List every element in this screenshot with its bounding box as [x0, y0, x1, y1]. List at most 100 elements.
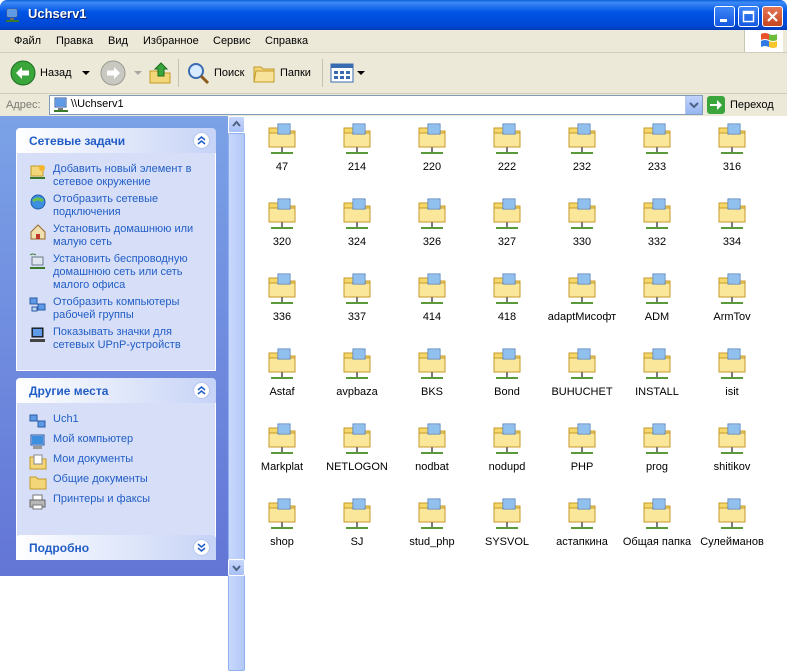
task-add-network-place[interactable]: Добавить новый элемент в сетевое окружен… — [17, 163, 215, 189]
share-folder-item[interactable]: 414 — [395, 270, 469, 323]
folders-button[interactable]: Папки — [252, 58, 311, 88]
share-folder-item[interactable]: 324 — [320, 195, 394, 248]
share-folder-item[interactable]: Astaf — [245, 345, 319, 398]
share-folder-item[interactable]: 327 — [470, 195, 544, 248]
share-folder-item[interactable]: INSTALL — [620, 345, 694, 398]
share-folder-item[interactable]: SJ — [320, 495, 394, 548]
other-places-header[interactable]: Другие места — [16, 378, 216, 403]
share-folder-item[interactable]: 418 — [470, 270, 544, 323]
share-folder-item[interactable]: BKS — [395, 345, 469, 398]
network-share-icon — [245, 270, 319, 306]
share-name: prog — [645, 461, 669, 473]
menu-view[interactable]: Вид — [108, 35, 128, 47]
network-share-icon — [620, 120, 694, 156]
collapse-icon[interactable] — [193, 132, 210, 149]
share-folder-item[interactable]: Общая папка — [620, 495, 694, 548]
share-folder-item[interactable]: NETLOGON — [320, 420, 394, 473]
share-folder-item[interactable]: nodbat — [395, 420, 469, 473]
menu-file[interactable]: Файл — [14, 35, 41, 47]
task-upnp-devices[interactable]: Показывать значки для сетевых UPnP-устро… — [17, 326, 215, 352]
share-folder-item[interactable]: 233 — [620, 120, 694, 173]
back-button[interactable]: Назад — [10, 58, 92, 88]
go-button[interactable]: Переход — [707, 96, 774, 114]
share-folder-item[interactable]: 326 — [395, 195, 469, 248]
details-header[interactable]: Подробно — [16, 535, 216, 560]
share-folder-item[interactable]: Bond — [470, 345, 544, 398]
share-name: 214 — [347, 161, 367, 173]
task-home-network[interactable]: Установить домашнюю или малую сеть — [17, 223, 215, 249]
share-name: Markplat — [260, 461, 304, 473]
share-folder-item[interactable]: 336 — [245, 270, 319, 323]
address-dropdown[interactable] — [685, 96, 702, 114]
menu-tools[interactable]: Сервис — [213, 35, 251, 47]
share-folder-item[interactable]: ADM — [620, 270, 694, 323]
expand-icon[interactable] — [193, 539, 210, 556]
place-my-documents[interactable]: Мои документы — [17, 453, 215, 470]
share-folder-item[interactable]: prog — [620, 420, 694, 473]
share-folder-item[interactable]: 222 — [470, 120, 544, 173]
share-folder-item[interactable]: астапкина — [545, 495, 619, 548]
share-folder-item[interactable]: 332 — [620, 195, 694, 248]
share-folder-item[interactable]: 334 — [695, 195, 769, 248]
minimize-button[interactable] — [714, 6, 735, 27]
task-wireless-network[interactable]: Установить беспроводную домашнюю сеть ил… — [17, 253, 215, 292]
forward-button[interactable] — [100, 58, 144, 88]
search-button[interactable]: Поиск — [186, 58, 244, 88]
share-name: 320 — [272, 236, 292, 248]
menu-edit[interactable]: Правка — [56, 35, 93, 47]
collapse-icon[interactable] — [193, 382, 210, 399]
place-my-computer[interactable]: Мой компьютер — [17, 433, 215, 449]
share-folder-item[interactable]: 220 — [395, 120, 469, 173]
network-share-icon — [470, 420, 544, 456]
share-name: 327 — [497, 236, 517, 248]
share-folder-item[interactable]: BUHUCHET — [545, 345, 619, 398]
share-name: Общая папка — [622, 536, 692, 548]
network-share-icon — [695, 345, 769, 381]
network-share-icon — [470, 345, 544, 381]
up-folder-button[interactable] — [148, 58, 172, 88]
menu-favorites[interactable]: Избранное — [143, 35, 199, 47]
scroll-up-button[interactable] — [228, 116, 245, 133]
share-folder-item[interactable]: 316 — [695, 120, 769, 173]
share-folder-item[interactable]: avpbaza — [320, 345, 394, 398]
shares-view: 47 214 220 222 232 233 316 320 324 326 327 330 332 33… — [245, 116, 787, 576]
scroll-thumb[interactable] — [228, 133, 245, 671]
close-button[interactable] — [762, 6, 783, 27]
share-folder-item[interactable]: Сулейманов — [695, 495, 769, 548]
folders-icon — [253, 66, 275, 83]
share-folder-item[interactable]: 330 — [545, 195, 619, 248]
network-tasks-header[interactable]: Сетевые задачи — [16, 128, 216, 153]
share-folder-item[interactable]: isit — [695, 345, 769, 398]
share-folder-item[interactable]: ArmTov — [695, 270, 769, 323]
address-value[interactable]: \\Uchserv1 — [71, 98, 124, 110]
share-folder-item[interactable]: shitikov — [695, 420, 769, 473]
share-folder-item[interactable]: SYSVOL — [470, 495, 544, 548]
share-folder-item[interactable]: adaptМисофт — [545, 270, 619, 323]
share-folder-item[interactable]: Markplat — [245, 420, 319, 473]
scroll-down-button[interactable] — [228, 559, 245, 576]
place-shared-documents[interactable]: Общие документы — [17, 473, 215, 490]
task-workgroup-computers[interactable]: Отобразить компьютеры рабочей группы — [17, 296, 215, 322]
share-folder-item[interactable]: shop — [245, 495, 319, 548]
title-bar[interactable]: Uchserv1 — [0, 0, 787, 30]
place-printers[interactable]: Принтеры и факсы — [17, 493, 215, 510]
address-field[interactable]: \\Uchserv1 — [49, 95, 703, 115]
task-network-connections[interactable]: Отобразить сетевые подключения — [17, 193, 215, 219]
views-button[interactable] — [330, 58, 366, 88]
place-uch1[interactable]: Uch1 — [17, 413, 215, 428]
task-pane-scrollbar[interactable] — [228, 116, 245, 671]
network-share-icon — [245, 495, 319, 531]
share-folder-item[interactable]: 232 — [545, 120, 619, 173]
maximize-button[interactable] — [738, 6, 759, 27]
share-folder-item[interactable]: 214 — [320, 120, 394, 173]
menu-help[interactable]: Справка — [265, 35, 308, 47]
my-documents-icon — [29, 454, 47, 470]
share-folder-item[interactable]: nodupd — [470, 420, 544, 473]
address-label: Адрес: — [6, 99, 41, 111]
share-folder-item[interactable]: 320 — [245, 195, 319, 248]
share-folder-item[interactable]: 47 — [245, 120, 319, 173]
share-folder-item[interactable]: PHP — [545, 420, 619, 473]
windows-logo-icon — [744, 30, 783, 52]
share-folder-item[interactable]: 337 — [320, 270, 394, 323]
share-folder-item[interactable]: stud_php — [395, 495, 469, 548]
